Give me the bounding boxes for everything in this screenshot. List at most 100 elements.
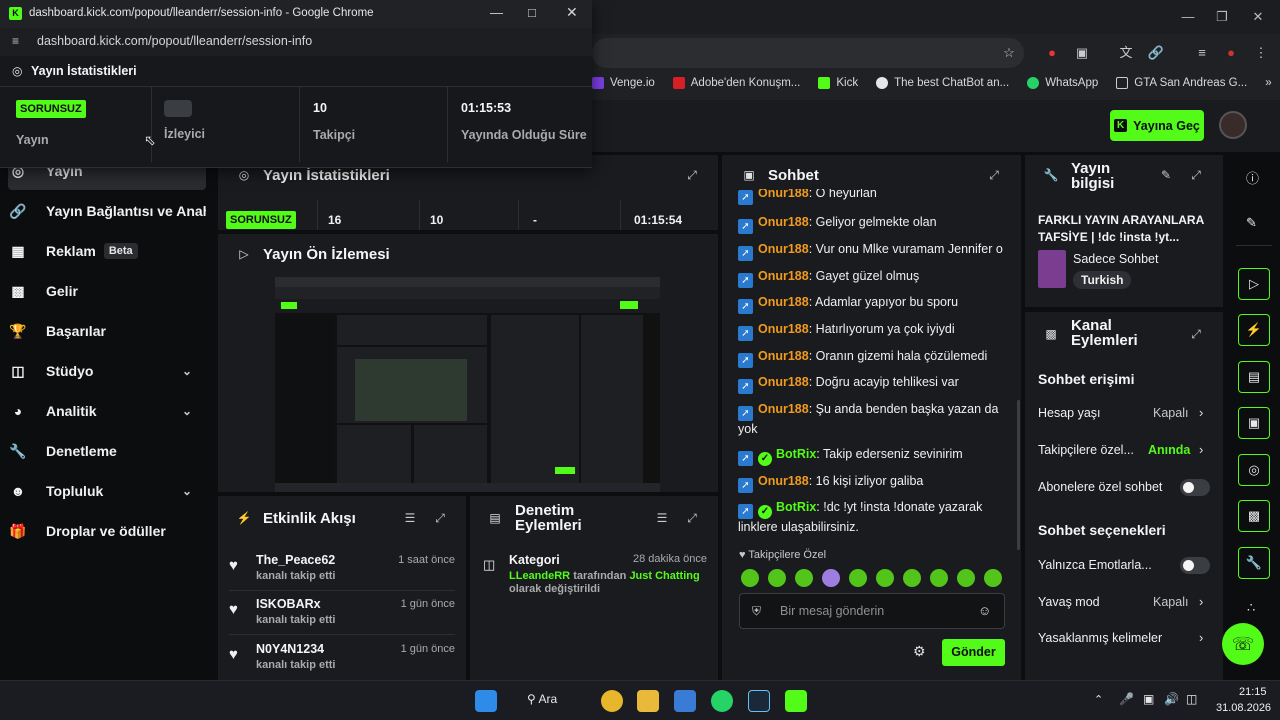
emote-icon[interactable] bbox=[957, 569, 975, 587]
site-info-icon[interactable]: ≡ bbox=[12, 34, 19, 48]
emote-icon[interactable] bbox=[768, 569, 786, 587]
translate-icon[interactable]: 文 bbox=[1117, 44, 1135, 62]
clock-date[interactable]: 31.08.2026 bbox=[1216, 702, 1271, 714]
profile-icon[interactable]: ● bbox=[1222, 44, 1240, 62]
bookmark-chatbot[interactable]: The best ChatBot an... bbox=[876, 77, 1009, 89]
expand-icon[interactable]: ⤢ bbox=[432, 510, 448, 526]
bookmarks-more-icon[interactable]: » bbox=[1265, 77, 1271, 89]
extension-icon[interactable]: ● bbox=[1043, 44, 1061, 62]
filter-icon[interactable]: ☰ bbox=[654, 510, 670, 526]
wrench-button[interactable]: 🔧 bbox=[1238, 547, 1270, 579]
bookmark-gta[interactable]: GTA San Andreas G... bbox=[1116, 77, 1247, 89]
emote-icon[interactable] bbox=[876, 569, 894, 587]
channel-button[interactable]: ▩ bbox=[1238, 500, 1270, 532]
chevron-right-icon[interactable]: › bbox=[1199, 594, 1203, 609]
sidebar-item-community[interactable]: ☻ Topluluk ⌄ bbox=[8, 473, 206, 509]
emote-icon[interactable] bbox=[984, 569, 1002, 587]
expand-icon[interactable]: ⤢ bbox=[1188, 326, 1204, 342]
filter-icon[interactable]: ☰ bbox=[402, 510, 418, 526]
expand-icon[interactable]: ⤢ bbox=[986, 167, 1002, 183]
list-button[interactable]: ▤ bbox=[1238, 361, 1270, 393]
bookmark-star-icon[interactable]: ☆ bbox=[1000, 44, 1018, 62]
minimize-icon[interactable]: — bbox=[490, 5, 503, 20]
expand-icon[interactable]: ⤢ bbox=[684, 510, 700, 526]
account-age-label[interactable]: Hesap yaşı bbox=[1038, 406, 1101, 420]
sidebar-item-ads[interactable]: ▦ Reklam Beta bbox=[8, 233, 206, 269]
chevron-right-icon[interactable]: › bbox=[1199, 442, 1203, 457]
sidebar-item-moderation[interactable]: 🔧 Denetleme bbox=[8, 433, 206, 469]
address-bar[interactable] bbox=[592, 38, 1024, 68]
restore-icon[interactable]: ❐ bbox=[1214, 9, 1230, 25]
sidebar-item-revenue[interactable]: ▩ Gelir bbox=[8, 273, 206, 309]
chat-input[interactable]: ⛨ Bir mesaj gönderin ☺ bbox=[739, 593, 1005, 629]
expand-icon[interactable]: ⤢ bbox=[684, 167, 700, 183]
clock-time[interactable]: 21:15 bbox=[1239, 686, 1267, 698]
bookmark-whatsapp[interactable]: WhatsApp bbox=[1027, 77, 1098, 89]
emoji-icon[interactable]: ☺ bbox=[978, 603, 991, 618]
chat-messages[interactable]: ➚ Onur188: O heyurlan ➚ Onur188: Geliyor g… bbox=[722, 189, 1021, 545]
emotes-only-toggle[interactable] bbox=[1180, 557, 1210, 574]
slow-mode-label[interactable]: Yavaş mod bbox=[1038, 595, 1100, 609]
info-icon[interactable]: ⓘ bbox=[1246, 168, 1259, 187]
sidebar-item-drops[interactable]: 🎁 Droplar ve ödüller bbox=[8, 513, 206, 549]
battery-icon[interactable]: ◫ bbox=[1186, 692, 1197, 706]
bookmark-venge[interactable]: Venge.io bbox=[592, 77, 655, 89]
chevron-right-icon[interactable]: › bbox=[1199, 630, 1203, 645]
expand-icon[interactable]: ⤢ bbox=[1188, 167, 1204, 183]
kick-app-icon[interactable] bbox=[785, 690, 807, 712]
sidebar-item-stream-link[interactable]: 🔗Yayın Bağlantısı ve Anahtarı bbox=[8, 193, 206, 229]
followers-only-setting-label[interactable]: Takipçilere özel... bbox=[1038, 443, 1134, 457]
minimize-icon[interactable]: — bbox=[1180, 9, 1196, 25]
apps-icon[interactable]: ∴ bbox=[1247, 600, 1255, 616]
steam-icon[interactable] bbox=[748, 690, 770, 712]
avatar[interactable] bbox=[1219, 111, 1247, 139]
puzzle-icon[interactable]: ▣ bbox=[1073, 44, 1091, 62]
emote-icon[interactable] bbox=[795, 569, 813, 587]
emote-icon[interactable] bbox=[822, 569, 840, 587]
send-button[interactable]: Gönder bbox=[942, 639, 1005, 666]
emote-icon[interactable] bbox=[903, 569, 921, 587]
restore-icon[interactable]: □ bbox=[528, 5, 536, 20]
lightning-button[interactable]: ⚡ bbox=[1238, 314, 1270, 346]
chat-scrollbar[interactable] bbox=[1017, 400, 1020, 550]
broadcast-button[interactable]: ◎ bbox=[1238, 454, 1270, 486]
emote-icon[interactable] bbox=[741, 569, 759, 587]
edit-icon[interactable]: ✎ bbox=[1246, 215, 1257, 231]
emote-icon[interactable] bbox=[930, 569, 948, 587]
reading-list-icon[interactable]: ≡ bbox=[1193, 44, 1211, 62]
windows-start-icon[interactable] bbox=[475, 690, 497, 712]
followers-only-value[interactable]: Anında bbox=[1148, 443, 1190, 457]
bookmark-kick[interactable]: Kick bbox=[818, 77, 858, 89]
edit-icon[interactable]: ✎ bbox=[1158, 167, 1174, 183]
link-share-icon[interactable]: 🔗 bbox=[1147, 44, 1165, 62]
network-icon[interactable]: ▣ bbox=[1143, 692, 1154, 706]
file-explorer-icon[interactable] bbox=[637, 690, 659, 712]
go-live-button[interactable]: K Yayına Geç bbox=[1110, 110, 1204, 141]
sidebar-item-studio[interactable]: ◫ Stüdyo ⌄ bbox=[8, 353, 206, 389]
microphone-icon[interactable]: 🎤 bbox=[1119, 692, 1134, 706]
taskbar-search[interactable]: ⚲ Ara bbox=[527, 692, 557, 706]
sidebar-item-achievements[interactable]: 🏆 Başarılar bbox=[8, 313, 206, 349]
slow-mode-value[interactable]: Kapalı bbox=[1153, 595, 1188, 609]
banned-words-label[interactable]: Yasaklanmış kelimeler bbox=[1038, 631, 1162, 645]
account-age-value[interactable]: Kapalı bbox=[1153, 406, 1188, 420]
sidebar-item-analytics[interactable]: ◕ Analitik ⌄ bbox=[8, 393, 206, 429]
tray-chevron-icon[interactable]: ⌃ bbox=[1094, 693, 1103, 706]
whatsapp-icon[interactable] bbox=[711, 690, 733, 712]
subscribers-only-toggle[interactable] bbox=[1180, 479, 1210, 496]
bookmark-adobe[interactable]: Adobe'den Konuşm... bbox=[672, 77, 800, 89]
close-icon[interactable]: ✕ bbox=[1250, 9, 1266, 25]
stream-preview-video[interactable] bbox=[275, 277, 660, 492]
close-icon[interactable]: ✕ bbox=[566, 4, 578, 21]
popout-url[interactable]: dashboard.kick.com/popout/lleanderr/sess… bbox=[37, 34, 312, 48]
volume-icon[interactable]: 🔊 bbox=[1164, 692, 1179, 706]
emote-icon[interactable] bbox=[849, 569, 867, 587]
store-icon[interactable] bbox=[674, 690, 696, 712]
gear-icon[interactable]: ⚙ bbox=[913, 643, 926, 660]
preview-toggle-button[interactable]: ▷ bbox=[1238, 268, 1270, 300]
chevron-right-icon[interactable]: › bbox=[1199, 405, 1203, 420]
support-icon[interactable]: ☏ bbox=[1222, 623, 1264, 665]
chat-button[interactable]: ▣ bbox=[1238, 407, 1270, 439]
menu-dots-icon[interactable]: ⋮ bbox=[1252, 44, 1270, 62]
chrome-icon[interactable] bbox=[601, 690, 623, 712]
